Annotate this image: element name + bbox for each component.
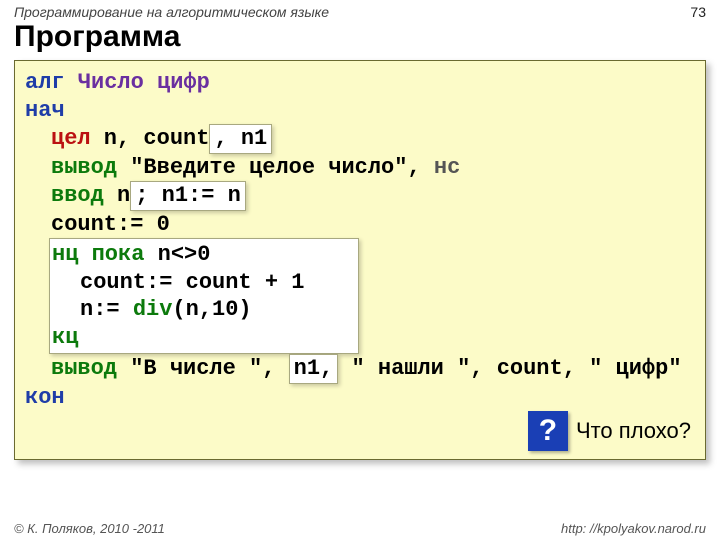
footer-url: http: //kpolyakov.narod.ru <box>561 521 706 536</box>
div-args: (n,10) <box>172 297 251 322</box>
question-text: Что плохо? <box>576 418 691 444</box>
out-part2: " нашли ", count, " цифр" <box>338 356 681 381</box>
loop-highlight: нц пока n<>0 count:= count + 1 n:= div(n… <box>49 238 359 354</box>
count-inc: count:= count + 1 <box>50 269 352 297</box>
edit-out-n1: n1, <box>289 354 339 384</box>
copyright: © К. Поляков, 2010 -2011 <box>14 521 165 536</box>
n-assign: n:= <box>80 297 133 322</box>
kw-div: div <box>133 297 173 322</box>
question-mark-icon: ? <box>528 411 568 451</box>
edit-assign-n1: ; n1:= n <box>130 181 246 211</box>
topic: Программирование на алгоритмическом язык… <box>14 4 329 20</box>
cond: n<>0 <box>144 242 210 267</box>
kw-alg: алг <box>25 70 78 95</box>
out-str: "Введите целое число", <box>117 155 434 180</box>
slide-title: Программа <box>0 20 720 60</box>
kw-nl: нс <box>434 155 460 180</box>
question-box: ? Что плохо? <box>528 411 691 451</box>
kw-endloop: кц <box>52 325 78 350</box>
kw-input: ввод <box>51 183 104 208</box>
in-n: n <box>104 183 130 208</box>
out-part1: "В числе ", <box>117 356 289 381</box>
alg-name: Число цифр <box>78 70 210 95</box>
slide-footer: © К. Поляков, 2010 -2011 http: //kpolyak… <box>14 521 706 536</box>
page-number: 73 <box>690 4 706 20</box>
count-init: count:= 0 <box>25 211 695 239</box>
slide-header: Программирование на алгоритмическом язык… <box>0 0 720 20</box>
kw-int: цел <box>51 126 91 151</box>
kw-output2: вывод <box>51 356 117 381</box>
kw-output1: вывод <box>51 155 117 180</box>
kw-begin: нач <box>25 98 65 123</box>
edit-n1: , n1 <box>209 124 272 154</box>
vars: n, count <box>91 126 210 151</box>
kw-loop: нц пока <box>52 242 144 267</box>
kw-end: кон <box>25 385 65 410</box>
code-block: алг Число цифр нач цел n, count, n1 выво… <box>14 60 706 460</box>
